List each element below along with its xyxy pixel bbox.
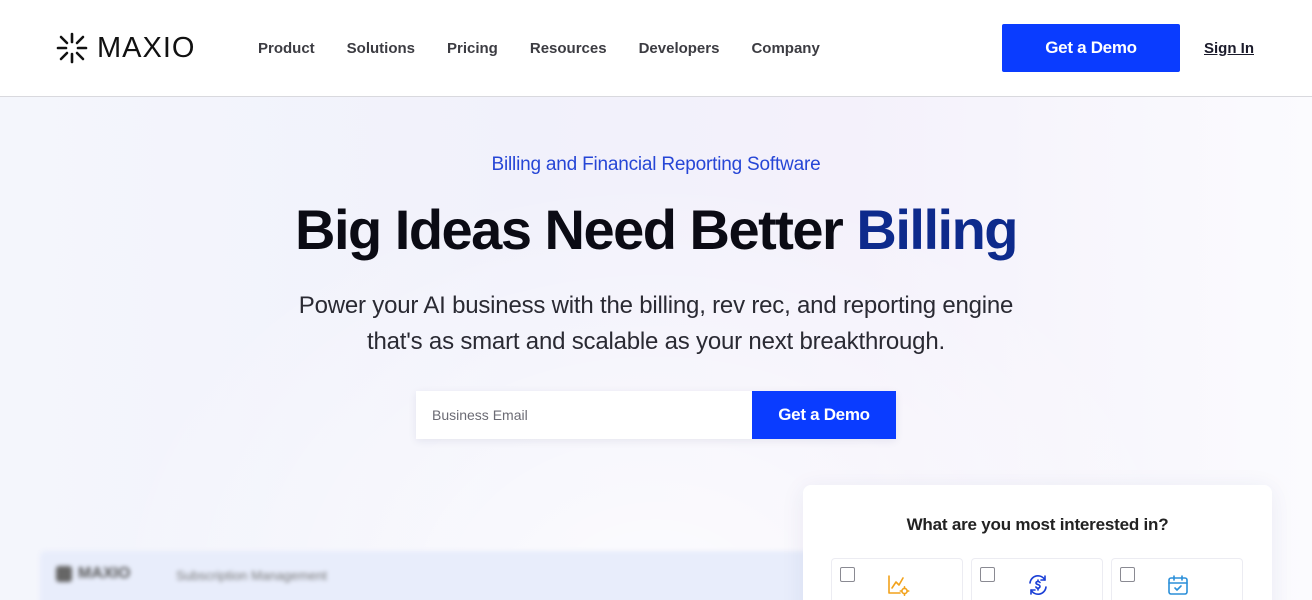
product-preview-blurred: MAXIO Subscription Management	[40, 551, 820, 600]
nav-developers[interactable]: Developers	[639, 39, 720, 59]
hero-headline: Big Ideas Need Better Billing	[0, 197, 1312, 262]
dollar-refresh-icon	[1029, 575, 1047, 595]
site-header: MAXIO Product Solutions Pricing Resource…	[0, 0, 1312, 97]
logo[interactable]: MAXIO	[55, 31, 195, 65]
hero-section: Billing and Financial Reporting Software…	[0, 97, 1312, 600]
interest-checkbox[interactable]	[1120, 567, 1135, 582]
preview-logo-text: MAXIO	[78, 565, 131, 582]
nav-product[interactable]: Product	[258, 39, 315, 59]
hero-eyebrow: Billing and Financial Reporting Software	[491, 154, 821, 175]
preview-title: Subscription Management	[176, 568, 328, 583]
interest-card: What are you most interested in?	[803, 485, 1272, 600]
subhead-line-1: Power your AI business with the billing,…	[298, 292, 1014, 319]
interest-option-billing[interactable]	[971, 558, 1103, 600]
interest-card-title: What are you most interested in?	[906, 515, 1169, 534]
chart-gear-icon	[888, 575, 910, 596]
headline-main-text: Big Ideas Need Better	[295, 198, 857, 261]
calendar-check-icon	[1168, 575, 1188, 595]
preview-logo: MAXIO	[56, 565, 130, 583]
business-email-input[interactable]	[416, 391, 752, 439]
get-demo-button-header[interactable]: Get a Demo	[1002, 24, 1180, 72]
subhead-line-2: that's as smart and scalable as your nex…	[367, 328, 945, 355]
email-signup-form: Get a Demo	[416, 391, 896, 439]
logo-text: MAXIO	[97, 31, 196, 64]
interest-option-reporting[interactable]	[831, 558, 963, 600]
preview-logo-icon	[56, 566, 72, 582]
interest-option-subscriptions[interactable]	[1111, 558, 1243, 600]
nav-resources[interactable]: Resources	[530, 39, 607, 59]
maxio-logo-icon	[56, 32, 88, 64]
nav-solutions[interactable]: Solutions	[347, 39, 415, 59]
sign-in-link[interactable]: Sign In	[1204, 39, 1254, 59]
hero-subhead: Power your AI business with the billing,…	[256, 288, 1056, 360]
headline-accent-text: Billing	[856, 198, 1018, 261]
interest-checkbox[interactable]	[980, 567, 995, 582]
main-nav: Product Solutions Pricing Resources Deve…	[258, 39, 852, 59]
nav-pricing[interactable]: Pricing	[447, 39, 498, 59]
get-demo-button-hero[interactable]: Get a Demo	[752, 391, 896, 439]
nav-company[interactable]: Company	[751, 39, 819, 59]
interest-checkbox[interactable]	[840, 567, 855, 582]
